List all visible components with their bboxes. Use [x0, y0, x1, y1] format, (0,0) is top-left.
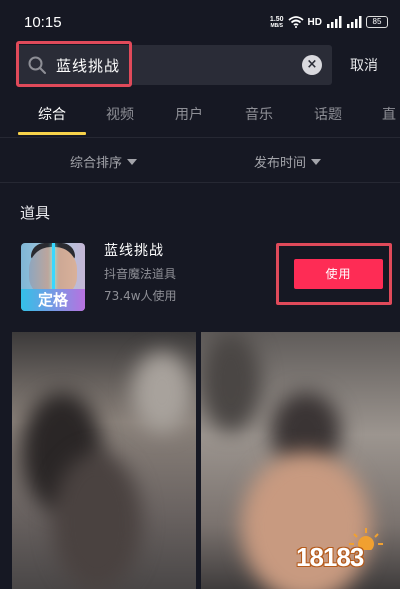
video-thumbnail[interactable] — [12, 332, 196, 589]
hd-badge: HD — [307, 16, 322, 28]
sort-filter-dropdown[interactable]: 综合排序 — [70, 152, 138, 171]
tab-users[interactable]: 用户 — [175, 104, 203, 124]
network-speed-value: 1.50 — [269, 15, 284, 23]
video-blur-shape — [52, 452, 142, 589]
network-speed: 1.50 MB/S — [270, 16, 284, 29]
tab-videos[interactable]: 视频 — [106, 104, 134, 124]
filter-divider — [0, 182, 400, 183]
search-highlight-box — [16, 41, 132, 87]
active-tab-indicator — [18, 132, 86, 135]
effect-thumbnail[interactable]: 定格 — [21, 243, 85, 311]
time-filter-label: 发布时间 — [254, 156, 307, 171]
time-filter-dropdown[interactable]: 发布时间 — [254, 152, 322, 171]
section-title-effects: 道具 — [20, 204, 51, 222]
network-speed-unit: MB/S — [270, 22, 283, 29]
cancel-button[interactable]: 取消 — [350, 55, 378, 75]
status-icons: 1.50 MB/S HD 85 — [270, 14, 388, 30]
wifi-icon — [287, 16, 304, 28]
tab-music[interactable]: 音乐 — [245, 104, 273, 124]
tab-topics[interactable]: 话题 — [314, 104, 342, 124]
caret-down-icon — [311, 158, 322, 165]
effect-user-count: 73.4w人使用 — [104, 289, 177, 303]
tab-comprehensive[interactable]: 综合 — [38, 104, 66, 124]
effect-source: 抖音魔法道具 — [104, 267, 177, 281]
video-blur-shape — [132, 352, 192, 432]
thumbnail-label: 定格 — [21, 289, 85, 311]
battery-icon: 85 — [366, 16, 388, 28]
sort-filter-label: 综合排序 — [70, 156, 123, 171]
video-blur-shape — [201, 332, 261, 432]
tabs-divider — [0, 137, 400, 138]
site-watermark: 18183 — [296, 526, 390, 582]
watermark-text: 18183 — [296, 542, 364, 572]
effect-name[interactable]: 蓝线挑战 — [104, 240, 164, 260]
status-time: 10:15 — [24, 14, 62, 31]
status-bar: 10:15 1.50 MB/S HD 85 — [0, 0, 400, 40]
caret-down-icon — [127, 158, 138, 165]
tab-live[interactable]: 直 — [382, 104, 396, 124]
use-effect-button[interactable]: 使用 — [294, 259, 383, 289]
signal-icon — [327, 16, 342, 28]
clear-search-icon[interactable]: × — [302, 55, 322, 75]
signal-icon-2 — [347, 16, 362, 28]
